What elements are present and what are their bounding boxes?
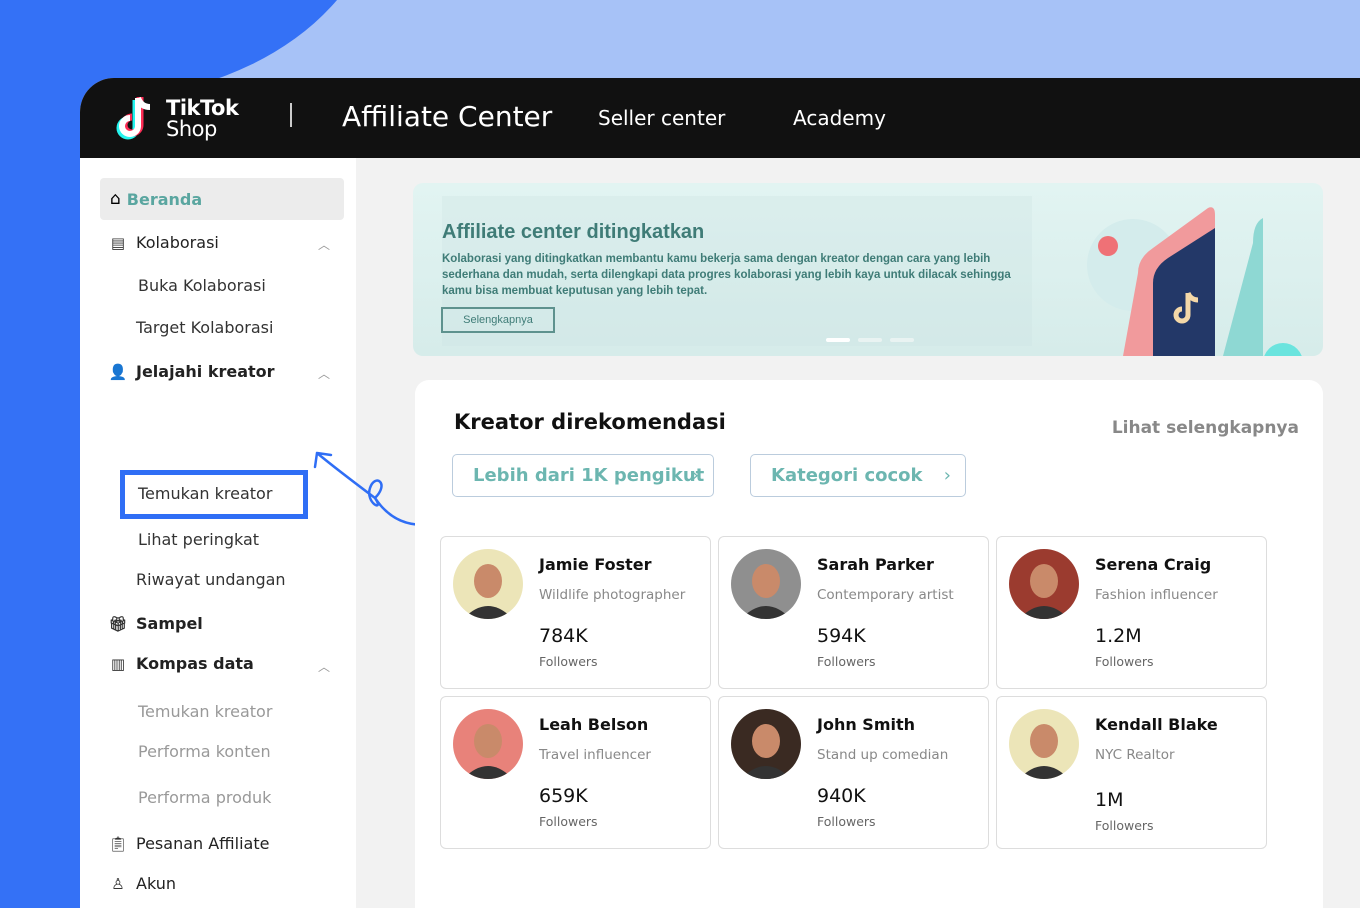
sidebar-label: Beranda	[126, 189, 203, 209]
sidebar-label: Pesanan Affiliate	[136, 834, 270, 853]
follower-count: 940K	[817, 785, 866, 807]
sidebar-item-performa-produk[interactable]: Performa produk	[138, 788, 271, 807]
avatar	[731, 549, 801, 619]
avatar	[453, 549, 523, 619]
filter-followers-button[interactable]: Lebih dari 1K pengikut ›	[452, 454, 714, 497]
sidebar-item-pesanan-affiliate[interactable]: 📋︎ Pesanan Affiliate	[100, 834, 269, 853]
home-icon: ⌂	[110, 189, 121, 209]
chevron-right-icon: ›	[691, 465, 699, 486]
sidebar-item-temukan-kreator[interactable]: Temukan kreator	[138, 484, 272, 503]
section-title: Kreator direkomendasi	[454, 410, 726, 434]
carousel-dots[interactable]	[826, 338, 914, 342]
avatar	[453, 709, 523, 779]
sidebar-item-lihat-peringkat[interactable]: Lihat peringkat	[138, 530, 259, 549]
follower-count: 594K	[817, 625, 866, 647]
creator-role: Contemporary artist	[817, 587, 954, 603]
follower-count: 1.2M	[1095, 625, 1142, 647]
followers-label: Followers	[1095, 654, 1154, 669]
sidebar: ⌂ Beranda ▤ Kolaborasi ︿ Buka Kolaborasi …	[80, 158, 356, 908]
followers-label: Followers	[539, 654, 598, 669]
sidebar-item-riwayat-undangan[interactable]: Riwayat undangan	[136, 570, 286, 589]
creator-card[interactable]: Serena Craig Fashion influencer 1.2M Fol…	[996, 536, 1267, 689]
creator-role: Travel influencer	[539, 747, 651, 763]
sidebar-label: Sampel	[136, 614, 203, 633]
followers-label: Followers	[817, 654, 876, 669]
filter-label: Lebih dari 1K pengikut	[473, 465, 705, 486]
creator-name[interactable]: John Smith	[817, 715, 915, 734]
sidebar-label: Kolaborasi	[136, 233, 219, 252]
tiktok-logo-icon	[116, 96, 151, 140]
banner-description: Kolaborasi yang ditingkatkan membantu ka…	[442, 253, 1011, 297]
clipboard-icon: 📋︎	[108, 834, 128, 853]
sidebar-item-sampel[interactable]: 🎁︎ Sampel	[100, 614, 203, 633]
followers-label: Followers	[817, 814, 876, 829]
nav-academy[interactable]: Academy	[793, 106, 886, 130]
avatar	[1009, 709, 1079, 779]
sidebar-item-buka-kolaborasi[interactable]: Buka Kolaborasi	[138, 276, 266, 295]
follower-count: 1M	[1095, 789, 1124, 811]
gift-icon: 🎁︎	[108, 614, 128, 633]
follower-count: 659K	[539, 785, 588, 807]
promo-banner: Affiliate center ditingkatkan Kolaborasi…	[413, 183, 1323, 356]
user-search-icon: 👤	[108, 362, 128, 381]
creator-role: NYC Realtor	[1095, 747, 1175, 763]
creator-role: Fashion influencer	[1095, 587, 1218, 603]
sidebar-item-jelajahi-kreator[interactable]: 👤 Jelajahi kreator	[100, 362, 275, 381]
nav-affiliate-center[interactable]: Affiliate Center	[342, 100, 552, 133]
sidebar-item-beranda[interactable]: ⌂ Beranda	[100, 178, 344, 220]
sidebar-item-kompas-temukan-kreator[interactable]: Temukan kreator	[138, 702, 272, 721]
user-icon: ♙	[111, 874, 125, 893]
divider	[290, 103, 292, 127]
bar-chart-icon: ▥	[110, 654, 126, 673]
chevron-up-icon[interactable]: ︿	[318, 236, 330, 253]
followers-label: Followers	[539, 814, 598, 829]
follower-count: 784K	[539, 625, 588, 647]
creator-card[interactable]: Sarah Parker Contemporary artist 594K Fo…	[718, 536, 989, 689]
followers-label: Followers	[1095, 818, 1154, 833]
filter-label: Kategori cocok	[771, 465, 923, 486]
logo-text: TikTok	[166, 96, 239, 120]
creator-name[interactable]: Serena Craig	[1095, 555, 1211, 574]
sidebar-label: Jelajahi kreator	[136, 362, 275, 381]
creator-card[interactable]: Leah Belson Travel influencer 659K Follo…	[440, 696, 711, 849]
avatar	[1009, 549, 1079, 619]
creator-card[interactable]: John Smith Stand up comedian 940K Follow…	[718, 696, 989, 849]
selengkapnya-button[interactable]: Selengkapnya	[441, 307, 555, 333]
sidebar-item-performa-konten[interactable]: Performa konten	[138, 742, 271, 761]
creator-role: Wildlife photographer	[539, 587, 686, 603]
creator-name[interactable]: Jamie Foster	[539, 555, 652, 574]
logo-text-shop: Shop	[166, 117, 217, 141]
avatar	[731, 709, 801, 779]
document-user-icon: ▤	[110, 233, 126, 252]
creator-name[interactable]: Leah Belson	[539, 715, 648, 734]
banner-title: Affiliate center ditingkatkan	[442, 221, 705, 243]
creator-card[interactable]: Kendall Blake NYC Realtor 1M Followers	[996, 696, 1267, 849]
sidebar-item-kompas-data[interactable]: ▥ Kompas data	[100, 654, 254, 673]
tiktok-phone-illustration-icon	[1087, 207, 1302, 356]
creator-name[interactable]: Kendall Blake	[1095, 715, 1218, 734]
see-more-link[interactable]: Lihat selengkapnya	[1112, 418, 1299, 438]
sidebar-item-target-kolaborasi[interactable]: Target Kolaborasi	[136, 318, 273, 337]
sidebar-label: Akun	[136, 874, 176, 893]
top-header: TikTok Shop Affiliate Center Seller cente…	[80, 78, 1360, 158]
filter-category-button[interactable]: Kategori cocok ›	[750, 454, 966, 497]
chevron-right-icon: ›	[943, 465, 951, 486]
sidebar-item-akun[interactable]: ♙ Akun	[100, 874, 176, 893]
chevron-up-icon[interactable]: ︿	[318, 365, 330, 382]
tiktok-shop-logo[interactable]: TikTok Shop	[116, 94, 239, 144]
sidebar-label: Kompas data	[136, 654, 254, 673]
app-window: TikTok Shop Affiliate Center Seller cente…	[80, 78, 1360, 908]
background-top	[0, 0, 1360, 78]
nav-seller-center[interactable]: Seller center	[598, 106, 725, 130]
creator-name[interactable]: Sarah Parker	[817, 555, 934, 574]
sidebar-item-kolaborasi[interactable]: ▤ Kolaborasi	[100, 233, 219, 252]
recommended-creators-card: Kreator direkomendasi Lihat selengkapnya…	[415, 380, 1323, 908]
chevron-up-icon[interactable]: ︿	[318, 658, 330, 675]
creator-role: Stand up comedian	[817, 747, 949, 763]
creator-card[interactable]: Jamie Foster Wildlife photographer 784K …	[440, 536, 711, 689]
